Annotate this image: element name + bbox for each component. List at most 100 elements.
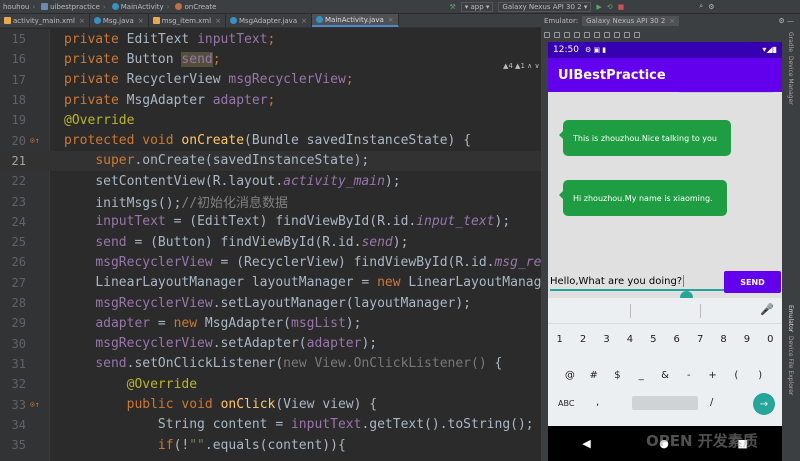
gradle-tab[interactable]: Gradle (787, 32, 794, 52)
run-icon[interactable]: ▶ (596, 3, 601, 11)
gear-icon[interactable]: ⚙ — (778, 17, 794, 25)
key[interactable]: 7 (688, 334, 711, 345)
device-file-explorer-tab[interactable]: Device File Explorer (787, 336, 794, 395)
key[interactable]: , (596, 397, 599, 408)
volume-up-icon[interactable] (554, 32, 560, 38)
code-line[interactable]: 34 String content = inputText.getText().… (0, 415, 541, 435)
code-line[interactable]: 17 private RecyclerView msgRecyclerView; (0, 70, 541, 90)
key[interactable]: + (701, 370, 725, 381)
key[interactable]: $ (606, 370, 630, 381)
key[interactable]: 1 (548, 334, 571, 345)
code-line[interactable]: 22 setContentView(R.layout.activity_main… (0, 171, 541, 191)
volume-down-icon[interactable] (564, 32, 570, 38)
space-key[interactable] (632, 396, 698, 410)
watermark: OPEN 开发素质 (646, 432, 758, 450)
device-select[interactable]: Galaxy Nexus API 30 2 ▾ (498, 1, 592, 12)
tab-msg-item[interactable]: msg_item.xml × (149, 14, 226, 27)
message-list[interactable]: This is zhouzhou.Nice talking to you Hi … (548, 92, 782, 270)
mic-icon[interactable]: 🎤 (760, 303, 774, 316)
code-line[interactable]: 24 inputText = (EditText) findViewById(R… (0, 212, 541, 232)
home-icon[interactable] (604, 32, 610, 38)
close-icon[interactable]: × (79, 17, 85, 25)
key[interactable]: _ (629, 370, 653, 381)
code-line[interactable]: 15 private EditText inputText; (0, 29, 541, 49)
emulator-tab[interactable]: Emulator (787, 305, 794, 332)
override-gutter-icon[interactable]: ⊙↑ (26, 400, 50, 409)
back-icon[interactable] (594, 32, 600, 38)
more-icon[interactable] (634, 32, 640, 38)
close-icon[interactable]: × (301, 17, 307, 25)
key[interactable]: 6 (665, 334, 688, 345)
breadcrumb-item[interactable]: houhou › (0, 3, 38, 11)
stop-icon[interactable]: ■ (618, 3, 625, 11)
key[interactable]: 2 (571, 334, 594, 345)
message-input[interactable]: Hello,What are you doing? (550, 273, 724, 291)
override-gutter-icon[interactable]: ⊙↑ (26, 136, 50, 145)
app-bar: UIBestPractice (548, 58, 782, 92)
overview-icon[interactable] (614, 32, 620, 38)
key[interactable]: / (710, 397, 713, 408)
emulator-toolbar (541, 28, 800, 42)
enter-key[interactable]: → (753, 393, 775, 415)
right-tool-strip: Gradle Device Manager Emulator Device Fi… (787, 28, 800, 461)
key[interactable]: ( (724, 370, 748, 381)
code-line[interactable]: 27 LinearLayoutManager layoutManager = n… (0, 273, 541, 293)
close-icon[interactable]: × (388, 16, 394, 24)
abc-key[interactable]: ABC (558, 399, 574, 408)
tab-msg-adapter[interactable]: MsgAdapter.java × (226, 14, 312, 27)
key[interactable]: 9 (735, 334, 758, 345)
code-line[interactable]: 16 private Button send; (0, 49, 541, 69)
code-line[interactable]: 25 send = (Button) findViewById(R.id.sen… (0, 232, 541, 252)
key[interactable]: 8 (712, 334, 735, 345)
code-line[interactable]: 20 ⊙↑ protected void onCreate(Bundle saved… (0, 131, 541, 151)
key[interactable]: - (677, 370, 701, 381)
rotate-right-icon[interactable] (584, 32, 590, 38)
back-icon[interactable]: ◀ (582, 437, 590, 450)
code-line[interactable]: 32 @Override (0, 374, 541, 394)
code-line[interactable]: 33 ⊙↑ public void onClick(View view) { (0, 394, 541, 414)
breadcrumb-item[interactable]: uibestpractice › (38, 3, 109, 11)
code-editor[interactable]: ▲4 ▲1 ∧ ∨ 15 private EditText inputText; … (0, 29, 541, 461)
code-line[interactable]: 19 @Override (0, 110, 541, 130)
close-icon[interactable]: × (215, 17, 221, 25)
screenshot-icon[interactable] (624, 32, 630, 38)
device-screen[interactable]: 12:50 ⚙ ▣ ▮ ▾◢▮ UIBestPractice This is z… (548, 42, 782, 461)
tab-main-activity[interactable]: MainActivity.java × (311, 14, 399, 27)
suggestion-strip: 🎤 (548, 298, 782, 324)
code-line[interactable]: 31 send.setOnClickListener(new View.OnCl… (0, 354, 541, 374)
key[interactable]: & (653, 370, 677, 381)
emulator-label: Emulator: (544, 17, 579, 25)
code-line[interactable]: 18 private MsgAdapter adapter; (0, 90, 541, 110)
code-line-current[interactable]: 21 super.onCreate(savedInstanceState); (0, 150, 541, 172)
key[interactable]: ) (748, 370, 772, 381)
code-line[interactable]: 29 adapter = new MsgAdapter(msgList); (0, 313, 541, 333)
key[interactable]: # (582, 370, 606, 381)
build-icon[interactable]: ⚒ (449, 3, 455, 11)
tab-activity-main[interactable]: activity_main.xml × (0, 14, 90, 27)
settings-icon[interactable]: ⚙ (708, 3, 714, 11)
code-line[interactable]: 23 initMsgs();//初始化消息数据 (0, 191, 541, 212)
code-line[interactable]: 28 msgRecyclerView.setLayoutManager(layo… (0, 293, 541, 313)
tab-msg[interactable]: Msg.java × (90, 14, 149, 27)
send-button[interactable]: SEND (724, 271, 781, 293)
code-line[interactable]: 35 if(!"".equals(content)){ (0, 435, 541, 455)
key[interactable]: 0 (759, 334, 782, 345)
close-icon[interactable]: × (138, 17, 144, 25)
message-bubble: This is zhouzhou.Nice talking to you (559, 120, 731, 156)
run-config-select[interactable]: ▾ app ▾ (460, 1, 494, 12)
debug-icon[interactable]: ⟲ (607, 3, 613, 11)
emulator-device-tab[interactable]: Galaxy Nexus API 30 2 × (582, 16, 680, 26)
code-line[interactable]: 26 msgRecyclerView = (RecyclerView) find… (0, 252, 541, 272)
search-icon[interactable]: ⌕ (699, 2, 703, 11)
key[interactable]: 4 (618, 334, 641, 345)
device-manager-tab[interactable]: Device Manager (787, 56, 794, 105)
key[interactable]: @ (558, 370, 582, 381)
notification-icons: ⚙ ▣ ▮ (584, 46, 607, 54)
rotate-left-icon[interactable] (574, 32, 580, 38)
power-icon[interactable] (544, 32, 550, 38)
key[interactable]: 5 (642, 334, 665, 345)
breadcrumb-item[interactable]: MainActivity › (109, 3, 173, 11)
key[interactable]: 3 (595, 334, 618, 345)
code-line[interactable]: 30 msgRecyclerView.setAdapter(adapter); (0, 334, 541, 354)
breadcrumb-item[interactable]: onCreate (172, 3, 219, 11)
